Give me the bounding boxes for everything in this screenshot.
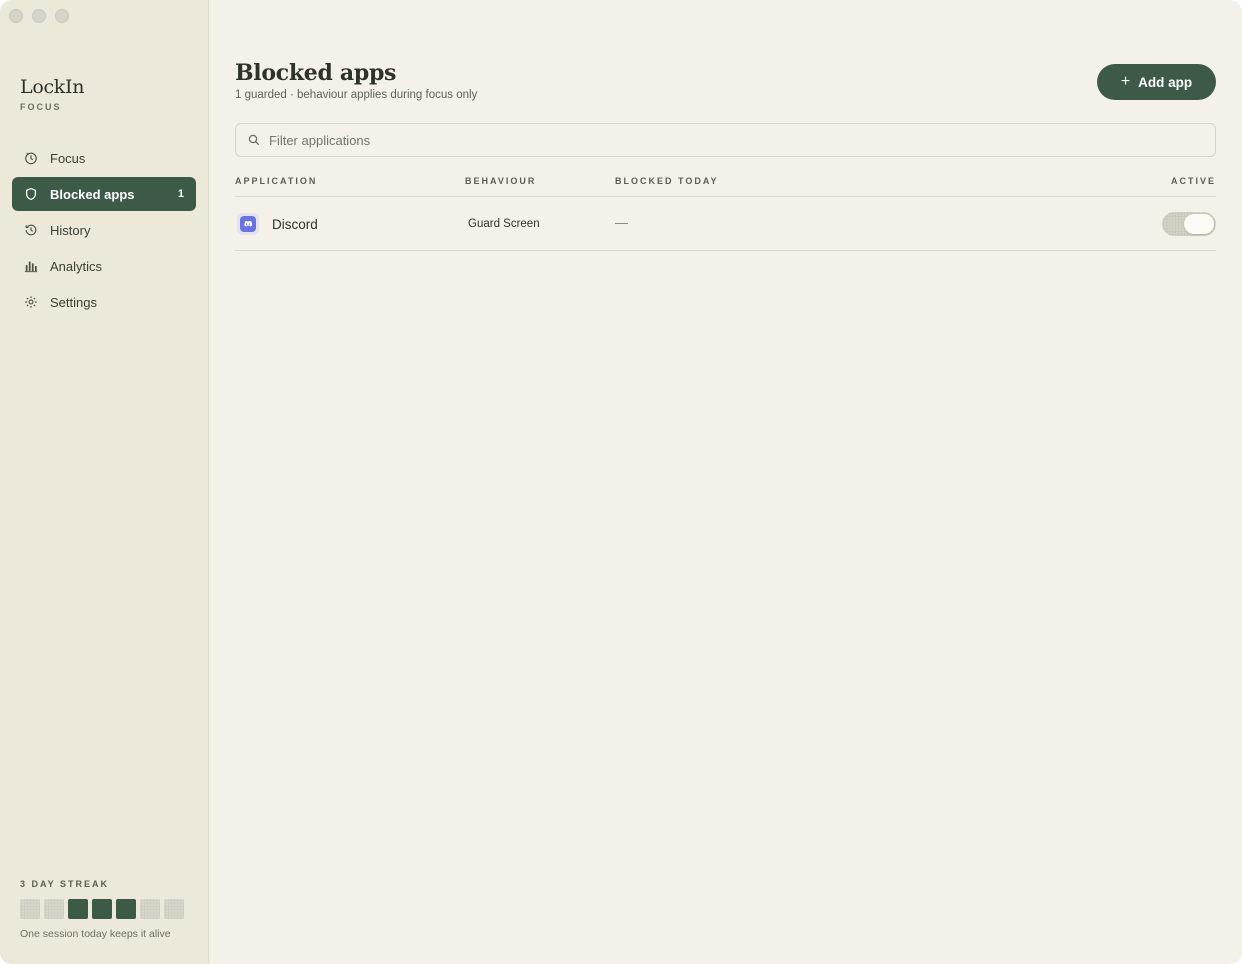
sidebar-item-focus[interactable]: Focus bbox=[12, 141, 196, 175]
streak-day-empty bbox=[140, 899, 160, 919]
bar-chart-icon bbox=[24, 259, 38, 273]
streak-title: 3 DAY STREAK bbox=[20, 879, 110, 889]
column-header-behaviour[interactable]: BEHAVIOUR bbox=[465, 176, 536, 186]
app-name: LockIn bbox=[20, 76, 85, 98]
streak-day-complete bbox=[92, 899, 112, 919]
close-window-button[interactable] bbox=[9, 9, 23, 23]
zoom-window-button[interactable] bbox=[55, 9, 69, 23]
streak-days bbox=[20, 899, 192, 919]
minimize-window-button[interactable] bbox=[32, 9, 46, 23]
search-icon bbox=[248, 134, 260, 146]
behaviour-cell[interactable]: Guard Screen bbox=[468, 218, 540, 230]
count-badge: 1 bbox=[177, 188, 184, 200]
column-header-active[interactable]: ACTIVE bbox=[1171, 176, 1216, 186]
sidebar: LockIn FOCUS Focus Blocked apps 1 Histor… bbox=[0, 0, 209, 964]
page-subtitle: 1 guarded · behaviour applies during foc… bbox=[235, 89, 478, 101]
main-content: Blocked apps 1 guarded · behaviour appli… bbox=[209, 0, 1242, 964]
sidebar-item-label: Analytics bbox=[50, 258, 103, 274]
app-subtitle: FOCUS bbox=[20, 102, 62, 112]
filter-field[interactable] bbox=[235, 123, 1216, 157]
sidebar-item-analytics[interactable]: Analytics bbox=[12, 249, 196, 283]
brand: LockIn FOCUS bbox=[20, 76, 84, 112]
sidebar-item-label: Blocked apps bbox=[50, 186, 135, 202]
streak-day-complete bbox=[68, 899, 88, 919]
page-title: Blocked apps bbox=[235, 60, 397, 86]
shield-icon bbox=[24, 187, 38, 201]
add-app-label: Add app bbox=[1138, 74, 1193, 90]
streak-day-empty bbox=[20, 899, 40, 919]
sidebar-item-label: Settings bbox=[50, 294, 97, 310]
filter-input[interactable] bbox=[269, 132, 1203, 148]
table-header: APPLICATION BEHAVIOUR BLOCKED TODAY ACTI… bbox=[235, 171, 1216, 197]
sidebar-item-history[interactable]: History bbox=[12, 213, 196, 247]
add-app-button[interactable]: + Add app bbox=[1097, 64, 1216, 100]
sidebar-item-label: History bbox=[50, 222, 91, 238]
streak-panel: 3 DAY STREAK One session today keeps it … bbox=[20, 879, 192, 940]
app-window: LockIn FOCUS Focus Blocked apps 1 Histor… bbox=[0, 0, 1242, 964]
app-name-cell: Discord bbox=[272, 217, 318, 232]
streak-note: One session today keeps it alive bbox=[20, 928, 171, 940]
blocked-today-cell: — bbox=[615, 215, 628, 230]
streak-day-empty bbox=[44, 899, 64, 919]
history-icon bbox=[24, 223, 38, 237]
streak-day-empty bbox=[164, 899, 184, 919]
sidebar-item-blocked-apps[interactable]: Blocked apps 1 bbox=[12, 177, 196, 211]
sidebar-item-label: Focus bbox=[50, 150, 86, 166]
plus-icon: + bbox=[1120, 73, 1131, 90]
sidebar-item-settings[interactable]: Settings bbox=[12, 285, 196, 319]
toggle-knob bbox=[1184, 214, 1214, 234]
gear-icon bbox=[24, 295, 38, 309]
sidebar-nav: Focus Blocked apps 1 History Analytics S… bbox=[12, 141, 196, 321]
column-header-application[interactable]: APPLICATION bbox=[235, 176, 317, 186]
window-controls bbox=[9, 9, 69, 23]
column-header-blocked-today[interactable]: BLOCKED TODAY bbox=[615, 176, 719, 186]
discord-icon bbox=[237, 213, 259, 235]
active-toggle[interactable] bbox=[1162, 212, 1216, 236]
streak-day-complete bbox=[116, 899, 136, 919]
timer-icon bbox=[24, 151, 38, 165]
table-row[interactable]: Discord Guard Screen — bbox=[235, 198, 1216, 251]
